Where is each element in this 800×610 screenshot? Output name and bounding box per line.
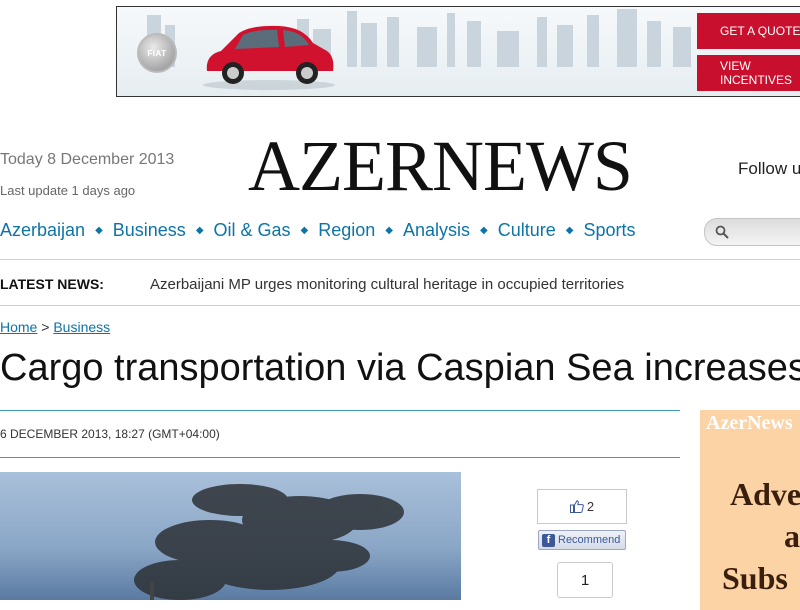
thumbs-up-icon xyxy=(569,500,584,513)
nav-separator: ◆ xyxy=(95,225,103,236)
latest-news-label: LATEST NEWS: xyxy=(0,276,104,292)
divider xyxy=(0,259,800,260)
site-logo[interactable]: AZERNEWS xyxy=(248,126,633,206)
car-image xyxy=(203,25,335,90)
nav-item-azerbaijan[interactable]: Azerbaijan xyxy=(0,220,85,241)
article-dateline: 6 DECEMBER 2013, 18:27 (GMT+04:00) xyxy=(0,427,220,441)
nav-item-business[interactable]: Business xyxy=(113,220,186,241)
nav-item-sports[interactable]: Sports xyxy=(583,220,635,241)
breadcrumb-home[interactable]: Home xyxy=(0,319,37,335)
get-quote-button[interactable]: GET A QUOTE xyxy=(697,13,800,49)
view-incentives-button[interactable]: VIEW INCENTIVES xyxy=(697,55,800,91)
nav-separator: ◆ xyxy=(385,225,393,236)
fiat-logo: FIAT xyxy=(137,33,177,73)
follow-us-label: Follow us xyxy=(738,159,800,178)
nav-item-region[interactable]: Region xyxy=(318,220,375,241)
nav-item-culture[interactable]: Culture xyxy=(498,220,556,241)
nav-separator: ◆ xyxy=(480,225,488,236)
last-update: Last update 1 days ago xyxy=(0,183,136,198)
article-title: Cargo transportation via Caspian Sea inc… xyxy=(0,347,800,389)
main-nav: Azerbaijan ◆ Business ◆ Oil & Gas ◆ Regi… xyxy=(0,220,636,241)
breadcrumb-separator: > xyxy=(41,319,50,335)
side-ad[interactable]: AzerNews Adve a Subs xyxy=(700,410,800,610)
share-count-box[interactable]: 1 xyxy=(557,562,613,598)
divider xyxy=(0,457,680,458)
recommend-button[interactable]: f Recommend xyxy=(538,530,626,550)
side-ad-text: a xyxy=(784,518,800,554)
side-ad-text: Subs xyxy=(722,560,788,596)
current-date: Today 8 December 2013 xyxy=(0,151,175,168)
divider xyxy=(0,410,680,411)
side-ad-brand: AzerNews xyxy=(706,412,793,434)
banner-ad[interactable]: FIAT GET A QUOTE VIEW INCENTIVES xyxy=(116,6,800,97)
divider xyxy=(0,305,800,306)
share-count: 1 xyxy=(580,571,590,589)
search-input[interactable] xyxy=(704,218,800,246)
ship-smoke-image xyxy=(134,484,404,600)
side-ad-text: Adve xyxy=(730,476,800,512)
nav-separator: ◆ xyxy=(300,225,309,236)
nav-separator: ◆ xyxy=(565,225,574,236)
nav-separator: ◆ xyxy=(195,225,204,236)
nav-item-oil-gas[interactable]: Oil & Gas xyxy=(214,220,291,241)
facebook-icon: f xyxy=(542,533,555,547)
article-photo xyxy=(0,472,461,600)
like-count-box[interactable]: 2 xyxy=(537,489,627,524)
recommend-label: Recommend xyxy=(558,534,621,546)
breadcrumb-business[interactable]: Business xyxy=(53,319,110,335)
nav-item-analysis[interactable]: Analysis xyxy=(403,220,470,241)
search-icon[interactable] xyxy=(715,225,729,239)
breadcrumb: Home > Business xyxy=(0,319,110,335)
like-count: 2 xyxy=(586,499,595,514)
latest-news-headline[interactable]: Azerbaijani MP urges monitoring cultural… xyxy=(150,276,624,293)
